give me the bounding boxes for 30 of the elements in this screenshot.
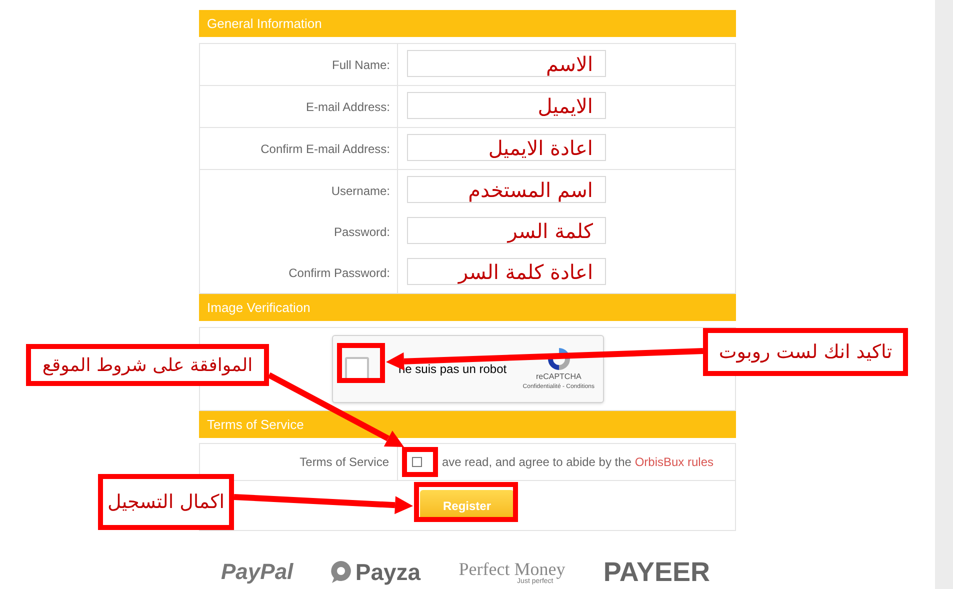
- annotation-callout: الموافقة على شروط الموقع: [26, 344, 269, 386]
- payeer-logo: PAYEER: [603, 558, 710, 586]
- field-label: Full Name:: [330, 56, 391, 74]
- input-field[interactable]: اسم المستخدم: [407, 176, 606, 204]
- input-field[interactable]: اعادة الايميل: [407, 134, 606, 162]
- section-header: Image Verification: [199, 294, 736, 321]
- recaptcha-icon: [546, 346, 571, 370]
- field-label: E-mail Address:: [304, 98, 391, 116]
- input-field[interactable]: الايميل: [407, 92, 606, 120]
- paypal-logo: PayPal: [221, 561, 294, 583]
- field-label: Confirm E-mail Address:: [260, 140, 391, 158]
- input-field[interactable]: اعادة كلمة السر: [407, 258, 606, 286]
- highlight-frame: [337, 343, 385, 383]
- field-label: Password:: [332, 224, 391, 240]
- terms-text: ave read, and agree to abide by the OrbisBux rules: [442, 454, 714, 471]
- field-label: Confirm Password:: [288, 264, 391, 282]
- field-label: Username:: [330, 182, 391, 200]
- section-header: Terms of Service: [199, 411, 736, 438]
- input-field[interactable]: الاسم: [407, 50, 606, 78]
- annotation-callout: تاكيد انك لست روبوت: [703, 328, 908, 376]
- terms-checkbox[interactable]: [412, 457, 422, 467]
- perfect-money-logo: Perfect Money: [458, 560, 566, 578]
- highlight-frame: [402, 447, 438, 477]
- payza-logo: Payza: [355, 560, 421, 584]
- input-field[interactable]: كلمة السر: [407, 217, 606, 244]
- annotation-callout: اكمال التسجيل: [98, 474, 234, 530]
- rules-link[interactable]: OrbisBux rules: [634, 455, 714, 469]
- captcha-brand: reCAPTCHA: [536, 370, 582, 382]
- speech-bubble-icon: [331, 561, 352, 583]
- section-header: General Information: [199, 10, 736, 37]
